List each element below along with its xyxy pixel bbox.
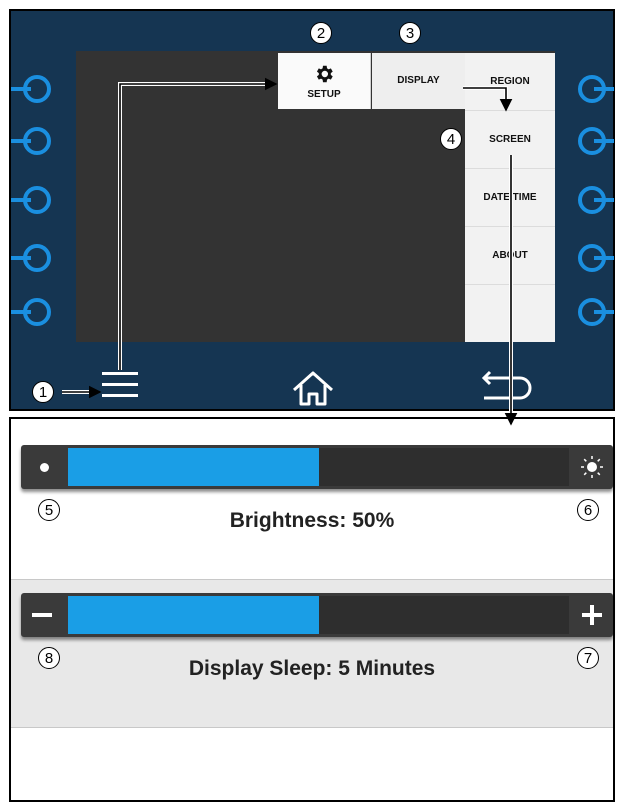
brightness-label: Brightness: 50% [229,509,395,532]
right-connector-1 [578,75,614,103]
callout-5: 5 [38,499,60,521]
display-sleep-track[interactable] [68,596,569,634]
display-sleep-slider[interactable] [21,593,613,637]
callout-4: 4 [440,128,462,150]
callout-8: 8 [38,647,60,669]
callout-2: 2 [310,22,332,44]
display-sleep-increase-button[interactable] [575,593,609,637]
right-connector-5 [578,298,614,326]
home-icon [292,371,334,406]
submenu-item-about[interactable]: ABOUT [465,227,555,285]
right-connector-3 [578,186,614,214]
brightness-track[interactable] [68,448,569,486]
sun-icon [581,456,603,478]
menu-button[interactable] [100,364,140,404]
display-tile[interactable]: DISPLAY [372,53,465,109]
display-sleep-decrease-button[interactable] [25,593,59,637]
left-connector-2 [11,127,51,155]
back-button[interactable] [480,366,536,408]
submenu-item-screen[interactable]: SCREEN [465,111,555,169]
display-submenu: REGION SCREEN DATE TIME ABOUT [465,53,555,342]
home-button[interactable] [290,368,336,408]
callout-7: 7 [577,647,599,669]
minus-icon [32,613,52,617]
gear-icon [316,65,333,82]
submenu-item-date-time[interactable]: DATE TIME [465,169,555,227]
left-connector-4 [11,244,51,272]
display-sleep-fill [68,596,319,634]
left-connector-5 [11,298,51,326]
brightness-increase-button[interactable] [575,445,609,489]
divider [11,579,613,580]
hamburger-menu-icon [102,372,138,397]
display-sleep-label: Display Sleep: 5 Minutes [188,657,436,680]
right-connector-4 [578,244,614,272]
display-label: DISPLAY [397,75,440,86]
callout-6: 6 [577,499,599,521]
submenu-item-region[interactable]: REGION [465,53,555,111]
right-connector-2 [578,127,614,155]
setup-label: SETUP [307,88,341,100]
plus-icon [582,605,602,625]
left-connector-3 [11,186,51,214]
divider [11,727,613,728]
brightness-decrease-button[interactable] [27,445,61,489]
callout-3: 3 [399,22,421,44]
left-connector-1 [11,75,51,103]
brightness-fill [68,448,319,486]
setup-tile[interactable]: SETUP [278,53,371,109]
callout-1: 1 [32,381,54,403]
dim-dot-icon [39,462,49,472]
back-icon [481,370,532,400]
brightness-slider[interactable] [21,445,613,489]
